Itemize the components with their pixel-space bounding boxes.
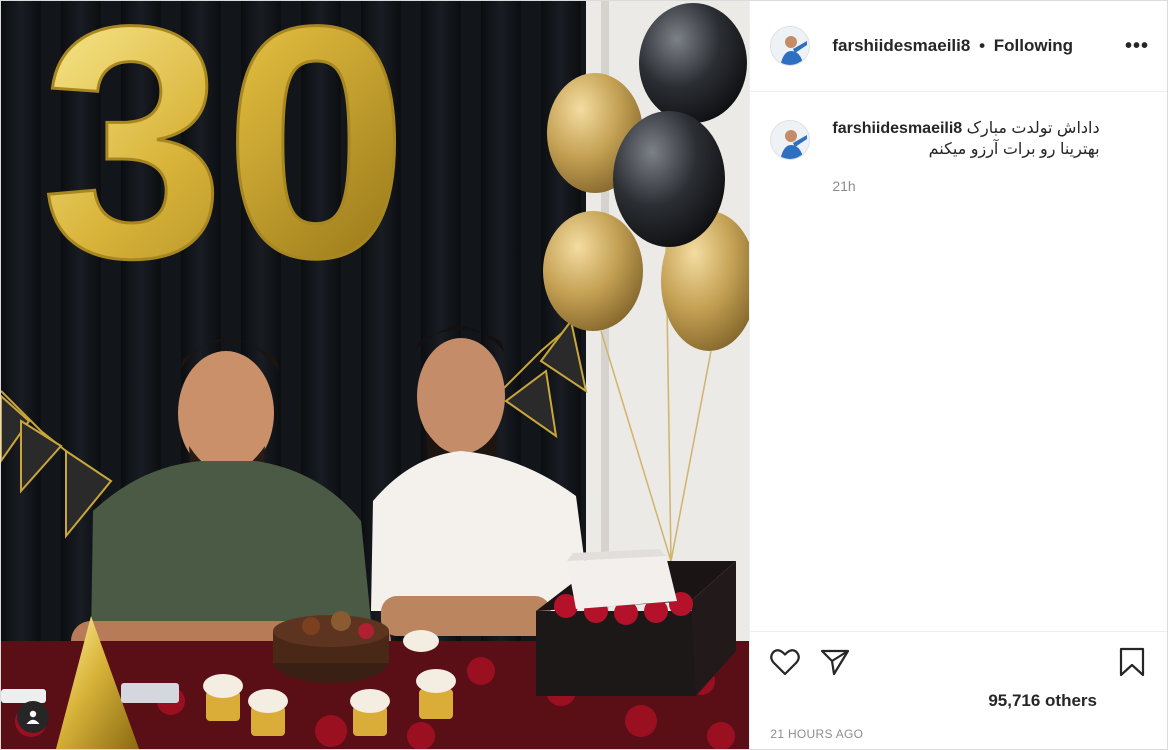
like-button[interactable] — [768, 645, 802, 679]
post-header: farshiidesmaeili8 • Following ••• — [750, 1, 1167, 92]
user-tag-icon — [26, 710, 40, 724]
post-sidebar: farshiidesmaeili8 • Following ••• farshi… — [749, 1, 1167, 749]
avatar[interactable] — [770, 120, 811, 160]
caption-block: farshiidesmaeili8 داداش تولدت مبارک بهتر… — [750, 92, 1167, 197]
likes-count[interactable]: 95,716 others — [988, 691, 1097, 711]
avatar[interactable] — [770, 26, 811, 66]
profile-picture — [771, 121, 810, 159]
profile-picture — [771, 27, 810, 65]
caption-body: farshiidesmaeili8 داداش تولدت مبارک بهتر… — [832, 118, 1099, 197]
balloon-number: 30 — [41, 1, 408, 326]
bookmark-icon — [1119, 647, 1145, 676]
share-button[interactable] — [818, 645, 852, 679]
tagged-users-button[interactable] — [17, 701, 49, 733]
save-button[interactable] — [1115, 645, 1149, 679]
post-photo[interactable]: 30 — [1, 1, 750, 749]
more-options-button[interactable]: ••• — [1125, 35, 1149, 58]
heart-icon — [770, 648, 801, 675]
follow-status-button[interactable]: Following — [994, 36, 1073, 55]
caption-text-line1: داداش تولدت مبارک — [966, 120, 1100, 137]
action-bar — [750, 631, 1167, 691]
header-separator: • — [979, 36, 986, 55]
caption-username[interactable]: farshiidesmaeili8 — [832, 120, 962, 137]
party-photo: 30 — [1, 1, 750, 749]
post-container: 30 farshiidesmaeili8 • Following ••• far… — [0, 0, 1168, 750]
caption-text-line2: بهترینا رو برات آرزو میکنم — [928, 141, 1100, 158]
header-username[interactable]: farshiidesmaeili8 — [832, 36, 970, 55]
header-user-line: farshiidesmaeili8 • Following — [832, 36, 1125, 56]
paper-plane-icon — [821, 649, 850, 675]
caption-timestamp[interactable]: 21h — [832, 176, 1099, 197]
post-date[interactable]: 21 HOURS AGO — [770, 727, 863, 741]
